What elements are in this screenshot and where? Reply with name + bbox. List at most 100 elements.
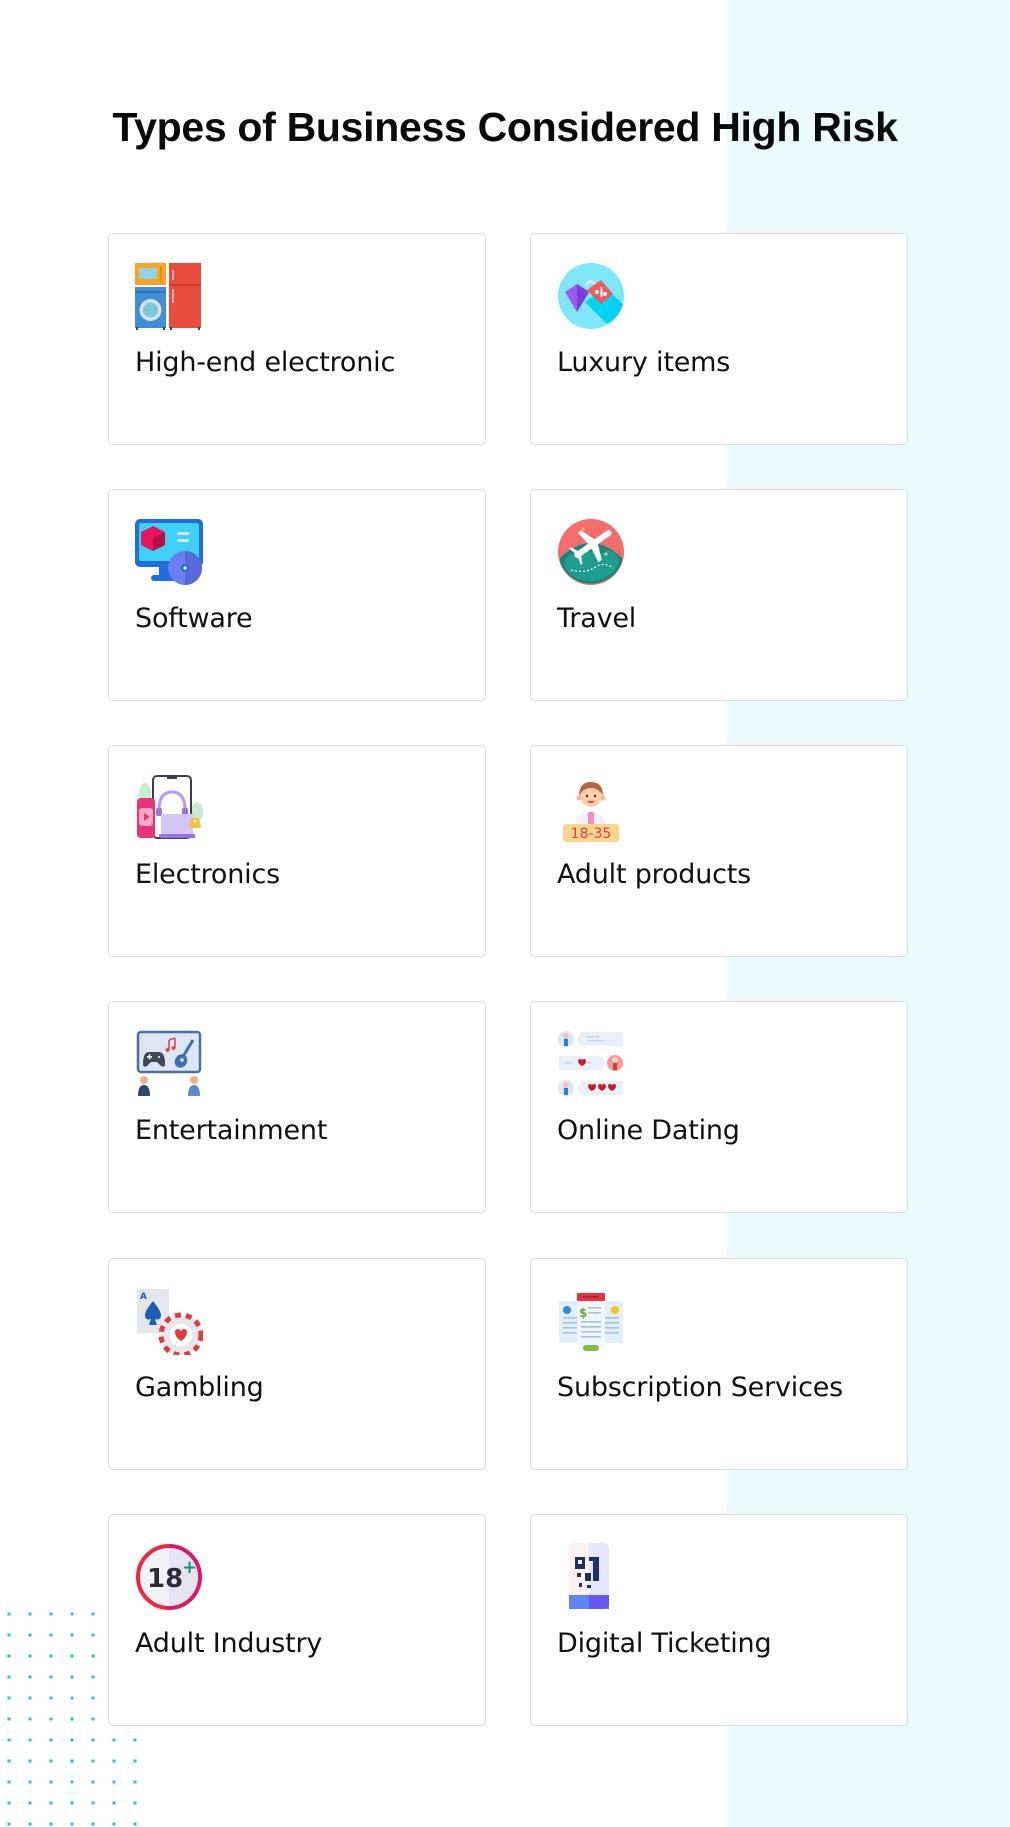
- pattern-dot: [91, 1822, 95, 1826]
- category-card-entertainment: Entertainment: [108, 1001, 486, 1213]
- pattern-dot: [49, 1696, 53, 1700]
- pattern-dot: [112, 1801, 116, 1805]
- computer-disc-icon: [135, 519, 203, 585]
- pattern-dot: [70, 1780, 74, 1784]
- appliances-icon: [135, 263, 201, 330]
- card-chip-icon: A: [137, 1289, 203, 1355]
- pattern-dot: [49, 1759, 53, 1763]
- pattern-dot: [7, 1696, 11, 1700]
- chat-hearts-icon: [558, 1031, 623, 1096]
- pattern-dot: [28, 1801, 32, 1805]
- pattern-dot: [133, 1738, 137, 1742]
- pattern-dot: [7, 1801, 11, 1805]
- pattern-dot: [7, 1633, 11, 1637]
- pattern-dot: [91, 1612, 95, 1616]
- pattern-dot: [133, 1780, 137, 1784]
- pattern-dot: [70, 1717, 74, 1721]
- pattern-dot: [70, 1738, 74, 1742]
- pattern-dot: [28, 1633, 32, 1637]
- pattern-dot: [70, 1759, 74, 1763]
- pattern-dot: [49, 1654, 53, 1658]
- category-label: Online Dating: [557, 1115, 740, 1146]
- category-card-luxury-items: Luxury items: [530, 233, 908, 445]
- pattern-dot: [91, 1717, 95, 1721]
- category-label: Electronics: [135, 859, 280, 890]
- pattern-dot: [91, 1654, 95, 1658]
- pattern-dot: [133, 1801, 137, 1805]
- pattern-dot: [49, 1822, 53, 1826]
- category-label: Digital Ticketing: [557, 1628, 772, 1659]
- pattern-dot: [49, 1612, 53, 1616]
- age-18-35-icon: 18-35: [563, 782, 619, 842]
- pattern-dot: [7, 1780, 11, 1784]
- category-label: Subscription Services: [557, 1372, 843, 1403]
- pattern-dot: [70, 1801, 74, 1805]
- pattern-dot: [91, 1759, 95, 1763]
- category-label: Adult Industry: [135, 1628, 323, 1659]
- pattern-dot: [91, 1696, 95, 1700]
- pricing-plans-icon: $: [559, 1293, 623, 1351]
- pattern-dot: [7, 1717, 11, 1721]
- category-label: Travel: [557, 603, 637, 634]
- 18-plus-icon: 18 +: [136, 1544, 202, 1610]
- category-card-adult-products: 18-35 Adult products: [530, 745, 908, 957]
- dollar-text: $: [579, 1306, 587, 1320]
- page-title: Types of Business Considered High Risk: [112, 104, 898, 150]
- pattern-dot: [70, 1612, 74, 1616]
- devices-icon: [137, 775, 203, 839]
- category-card-travel: Travel: [530, 489, 908, 701]
- plus-text: +: [182, 1557, 197, 1578]
- pattern-dot: [70, 1633, 74, 1637]
- pattern-dot: [49, 1717, 53, 1721]
- pattern-dot: [91, 1780, 95, 1784]
- pattern-dot: [70, 1822, 74, 1826]
- age-limit-text: 18: [147, 1564, 183, 1594]
- pattern-dot: [70, 1696, 74, 1700]
- age-range-text: 18-35: [571, 826, 612, 842]
- pattern-dot: [91, 1675, 95, 1679]
- category-card-adult-industry: 18 + Adult Industry: [108, 1514, 486, 1726]
- pattern-dot: [7, 1675, 11, 1679]
- game-music-screen-icon: [136, 1030, 202, 1096]
- category-label: Entertainment: [135, 1115, 328, 1146]
- category-card-high-end-electronic: High-end electronic: [108, 233, 486, 445]
- category-card-subscription-services: $ Subscription Services: [530, 1258, 908, 1470]
- category-label: Gambling: [135, 1372, 264, 1403]
- category-label: Adult products: [557, 859, 752, 890]
- pattern-dot: [112, 1780, 116, 1784]
- pattern-dot: [28, 1822, 32, 1826]
- pattern-dot: [91, 1738, 95, 1742]
- category-card-software: Software: [108, 489, 486, 701]
- pattern-dot: [70, 1675, 74, 1679]
- pattern-dot: [49, 1738, 53, 1742]
- diamond-tag-icon: [558, 263, 624, 329]
- pattern-dot: [91, 1633, 95, 1637]
- pattern-dot: [49, 1801, 53, 1805]
- pattern-dot: [49, 1780, 53, 1784]
- pattern-dot: [7, 1654, 11, 1658]
- globe-airplane-icon: [558, 519, 624, 585]
- pattern-dot: [28, 1654, 32, 1658]
- pattern-dot: [7, 1759, 11, 1763]
- category-label: Luxury items: [557, 347, 731, 378]
- pattern-dot: [28, 1717, 32, 1721]
- category-label: High-end electronic: [135, 347, 396, 378]
- pattern-dot: [133, 1759, 137, 1763]
- pattern-dot: [112, 1738, 116, 1742]
- ace-text: A: [140, 1292, 147, 1302]
- pattern-dot: [91, 1801, 95, 1805]
- pattern-dot: [7, 1738, 11, 1742]
- qr-ticket-icon: [569, 1543, 609, 1609]
- pattern-dot: [7, 1612, 11, 1616]
- pattern-dot: [28, 1738, 32, 1742]
- category-card-digital-ticketing: Digital Ticketing: [530, 1514, 908, 1726]
- category-card-gambling: A Gambling: [108, 1258, 486, 1470]
- pattern-dot: [112, 1759, 116, 1763]
- category-card-online-dating: Online Dating: [530, 1001, 908, 1213]
- pattern-dot: [28, 1780, 32, 1784]
- category-card-electronics: Electronics: [108, 745, 486, 957]
- pattern-dot: [28, 1675, 32, 1679]
- pattern-dot: [28, 1696, 32, 1700]
- pattern-dot: [28, 1612, 32, 1616]
- pattern-dot: [70, 1654, 74, 1658]
